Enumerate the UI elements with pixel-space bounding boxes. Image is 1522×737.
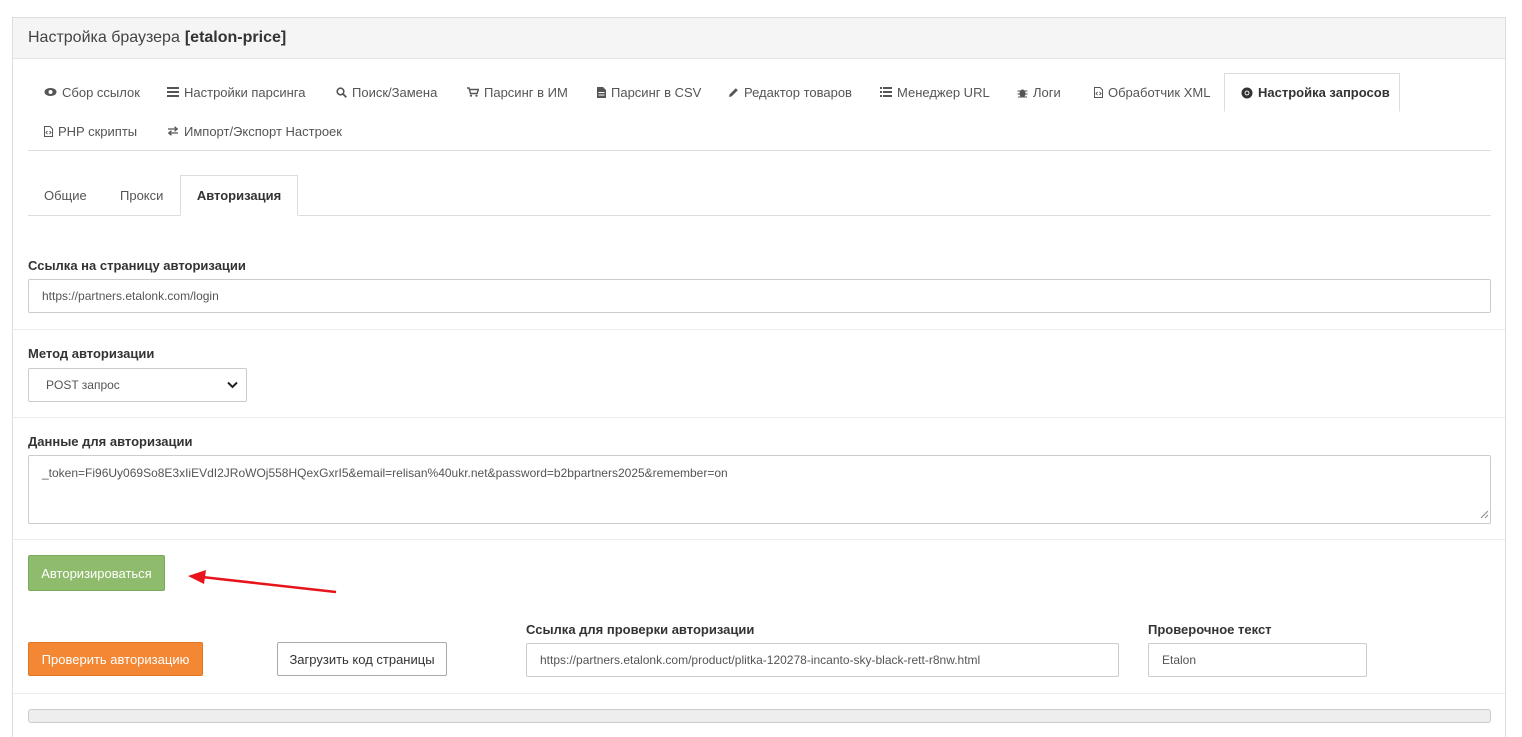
arrow-head [188,570,206,584]
arrow-shaft [201,575,337,594]
annotation-arrow [188,570,337,594]
